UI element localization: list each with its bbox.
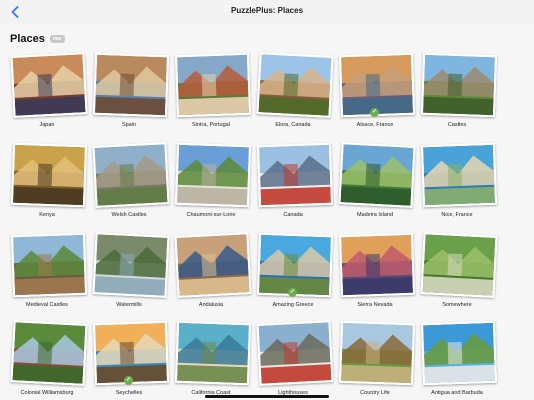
page-header: Places nav xyxy=(10,33,65,45)
place-tile[interactable]: ✓ Seychelles xyxy=(88,320,170,400)
place-label: Castles xyxy=(447,122,467,128)
place-tile[interactable]: California Coast xyxy=(170,320,252,400)
place-thumbnail xyxy=(256,232,334,298)
place-label: Colonial Williamsburg xyxy=(20,390,74,396)
place-thumbnail xyxy=(174,232,252,298)
place-tile[interactable]: Castles xyxy=(416,52,498,132)
place-tile[interactable]: Somewhere xyxy=(416,232,498,312)
place-label: Chaumont-sur-Loire xyxy=(186,212,236,218)
place-label: Japan xyxy=(39,122,55,128)
checkmark-icon: ✓ xyxy=(288,288,297,297)
place-tile[interactable]: ✓ Alsace, France xyxy=(334,52,416,132)
place-thumbnail xyxy=(10,320,88,386)
place-label: Sierra Nevada xyxy=(357,302,393,308)
place-tile[interactable]: Spain xyxy=(88,52,170,132)
place-label: Country Life xyxy=(360,390,390,396)
place-thumbnail xyxy=(92,52,170,118)
checkmark-icon: ✓ xyxy=(124,376,133,385)
place-label: Madeira Island xyxy=(356,212,394,218)
place-thumbnail xyxy=(256,52,334,118)
place-tile[interactable]: Sintra, Portugal xyxy=(170,52,252,132)
place-label: Welsh Castles xyxy=(111,212,147,218)
place-tile[interactable]: Watermills xyxy=(88,232,170,312)
place-tile[interactable]: Nice, France xyxy=(416,142,498,222)
place-thumbnail xyxy=(338,52,416,118)
place-tile[interactable]: Kenya xyxy=(6,142,88,222)
place-tile[interactable]: Chaumont-sur-Loire xyxy=(170,142,252,222)
place-tile[interactable]: Madeira Island xyxy=(334,142,416,222)
place-thumbnail xyxy=(92,320,170,386)
place-thumbnail xyxy=(92,142,170,208)
place-tile[interactable]: Medieval Castles xyxy=(6,232,88,312)
place-thumbnail xyxy=(174,142,252,208)
place-thumbnail xyxy=(420,232,498,298)
place-thumbnail xyxy=(10,52,88,118)
place-tile[interactable]: Country Life xyxy=(334,320,416,400)
home-indicator xyxy=(205,395,329,398)
place-label: Andalusia xyxy=(198,302,224,308)
place-tile[interactable]: Canada xyxy=(252,142,334,222)
checkmark-icon: ✓ xyxy=(370,108,379,117)
place-thumbnail xyxy=(174,52,252,118)
place-label: Antigua and Barbuda xyxy=(431,390,483,396)
count-badge: nav xyxy=(49,35,65,43)
place-tile[interactable]: Andalusia xyxy=(170,232,252,312)
place-label: Nice, France xyxy=(441,212,473,218)
place-label: Kenya xyxy=(39,212,55,218)
place-label: Elora, Canada xyxy=(275,122,311,128)
place-label: Amazing Greece xyxy=(272,302,314,308)
place-thumbnail xyxy=(338,142,416,208)
navigation-bar: PuzzlePlus: Places xyxy=(0,0,534,24)
place-label: Alsace, France xyxy=(356,122,394,128)
place-label: Spain xyxy=(121,122,137,128)
place-thumbnail xyxy=(420,320,498,386)
place-label: Somewhere xyxy=(442,302,472,308)
page-title: Places xyxy=(10,33,45,45)
place-label: Medieval Castles xyxy=(26,302,68,308)
place-thumbnail xyxy=(338,320,416,386)
place-tile[interactable]: ✓ Amazing Greece xyxy=(252,232,334,312)
place-thumbnail xyxy=(10,142,88,208)
place-thumbnail xyxy=(256,142,334,208)
place-thumbnail xyxy=(420,52,498,118)
place-label: Seychelles xyxy=(115,390,143,396)
place-thumbnail xyxy=(338,232,416,298)
place-tile[interactable]: Colonial Williamsburg xyxy=(6,320,88,400)
place-label: Canada xyxy=(283,212,303,218)
place-label: Sintra, Portugal xyxy=(192,122,230,128)
place-thumbnail xyxy=(420,142,498,208)
place-tile[interactable]: Welsh Castles xyxy=(88,142,170,222)
place-thumbnail xyxy=(10,232,88,298)
place-tile[interactable]: Lighthouses xyxy=(252,320,334,400)
place-thumbnail xyxy=(174,320,252,386)
place-label: Watermills xyxy=(116,302,142,308)
app-title: PuzzlePlus: Places xyxy=(230,6,304,15)
place-tile[interactable]: Antigua and Barbuda xyxy=(416,320,498,400)
place-thumbnail xyxy=(256,320,334,386)
place-tile[interactable]: Japan xyxy=(6,52,88,132)
place-tile[interactable]: Sierra Nevada xyxy=(334,232,416,312)
place-thumbnail xyxy=(92,232,170,298)
place-tile[interactable]: Elora, Canada xyxy=(252,52,334,132)
